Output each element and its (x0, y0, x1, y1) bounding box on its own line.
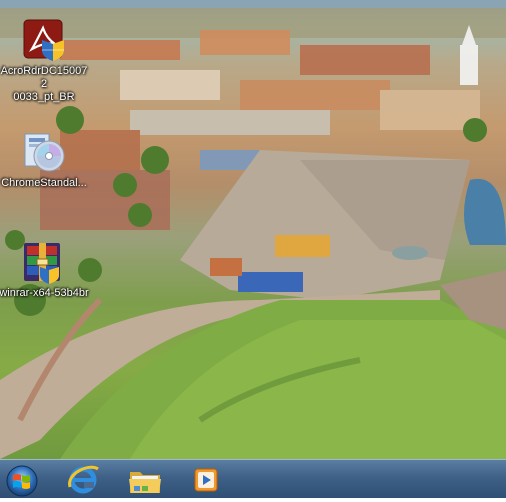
winrar-icon (24, 243, 60, 284)
desktop[interactable]: AcroRdrDC150072 0033_pt_BR ChromeStandal… (0, 0, 506, 459)
desktop-icon-chrome-standalone[interactable]: ChromeStandal... (0, 130, 90, 190)
acrobat-installer-icon (23, 19, 64, 61)
desktop-icon-winrar[interactable]: winrar-x64-53b4br (0, 240, 90, 300)
start-button[interactable] (0, 463, 44, 497)
taskbar (0, 459, 506, 498)
desktop-icon-label: winrar-x64-53b4br (0, 287, 89, 299)
taskbar-internet-explorer-button[interactable] (60, 463, 106, 497)
taskbar-file-explorer-button[interactable] (122, 463, 168, 497)
taskbar-media-player-button[interactable] (184, 463, 230, 497)
cd-installer-icon (24, 133, 65, 172)
windows-start-icon (6, 465, 38, 497)
desktop-icon-label: ChromeStandal... (1, 177, 87, 189)
internet-explorer-icon (68, 465, 99, 494)
desktop-icon-label: AcroRdrDC150072 0033_pt_BR (0, 65, 88, 103)
media-player-icon (194, 468, 218, 492)
desktop-icon-acrobat-installer[interactable]: AcroRdrDC150072 0033_pt_BR (0, 18, 90, 104)
file-explorer-icon (129, 472, 161, 493)
